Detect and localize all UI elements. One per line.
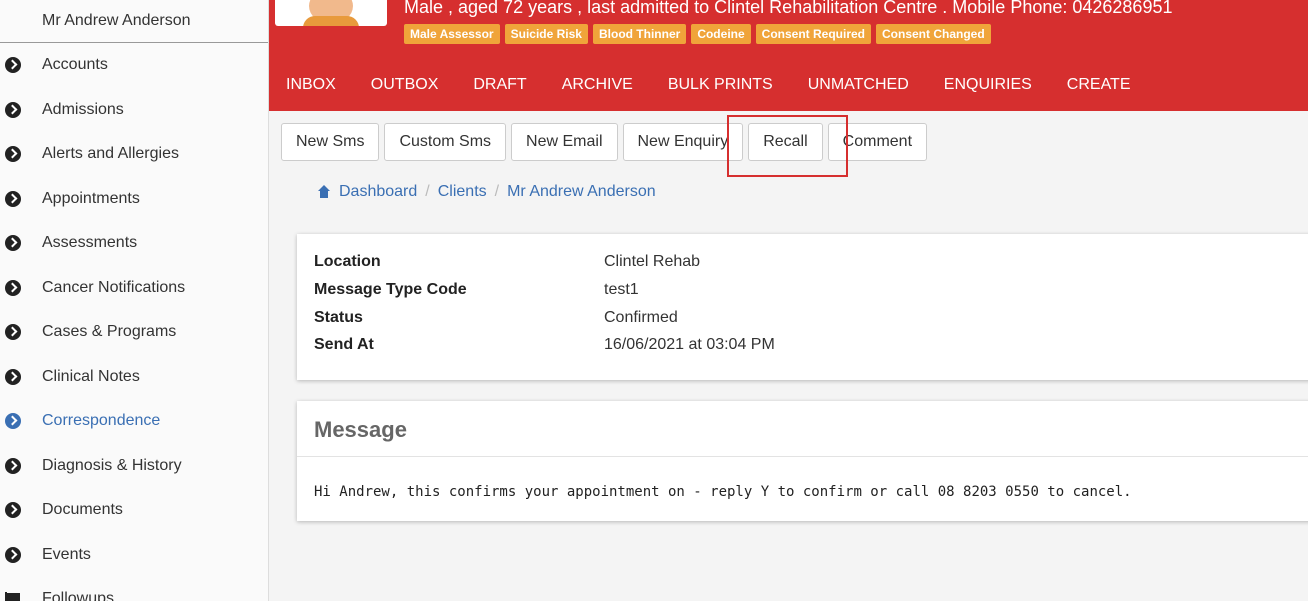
correspondence-nav: INBOX OUTBOX DRAFT ARCHIVE BULK PRINTS U… [269, 64, 1149, 108]
detail-label: Location [314, 253, 381, 270]
nav-create[interactable]: CREATE [1050, 64, 1149, 108]
action-toolbar: New Sms Custom Sms New Email New Enquiry… [281, 123, 928, 161]
sidebar-item-cases-programs[interactable]: Cases & Programs [0, 310, 268, 355]
patient-name-label: Mr Andrew Anderson [42, 12, 191, 29]
detail-row-location: Location Clintel Rehab [314, 253, 700, 271]
chevron-circle-right-icon [5, 457, 21, 474]
nav-enquiries[interactable]: ENQUIRIES [927, 64, 1050, 108]
detail-label: Message Type Code [314, 281, 467, 298]
nav-inbox[interactable]: INBOX [269, 64, 354, 108]
sidebar-item-documents[interactable]: Documents [0, 488, 268, 533]
alert-badge: Consent Changed [876, 24, 991, 44]
chevron-circle-right-icon [5, 235, 21, 252]
detail-row-status: Status Confirmed [314, 309, 678, 327]
sidebar-item-label: Cases & Programs [42, 323, 177, 341]
detail-value: Clintel Rehab [604, 253, 701, 270]
chevron-circle-right-icon [5, 502, 21, 519]
home-icon [317, 185, 331, 199]
new-email-button[interactable]: New Email [511, 123, 618, 161]
message-divider [297, 456, 1308, 457]
patient-photo [275, 0, 387, 26]
sidebar-item-diagnosis-history[interactable]: Diagnosis & History [0, 444, 268, 489]
patient-photo-shirt [303, 16, 359, 26]
new-sms-button[interactable]: New Sms [281, 123, 380, 161]
detail-value: 16/06/2021 at 03:04 PM [604, 336, 775, 353]
recall-button[interactable]: Recall [748, 123, 823, 161]
sidebar-item-alerts-allergies[interactable]: Alerts and Allergies [0, 132, 268, 177]
detail-value: test1 [604, 281, 639, 298]
custom-sms-button[interactable]: Custom Sms [384, 123, 507, 161]
sidebar-item-assessments[interactable]: Assessments [0, 221, 268, 266]
chevron-circle-right-icon [5, 279, 21, 296]
message-details-panel: Location Clintel Rehab Message Type Code… [297, 234, 1308, 380]
sidebar-item-label: Cancer Notifications [42, 278, 186, 296]
sidebar-item-appointments[interactable]: Appointments [0, 177, 268, 222]
breadcrumb-separator: / [494, 183, 500, 200]
sidebar-item-clinical-notes[interactable]: Clinical Notes [0, 355, 268, 400]
breadcrumb: Dashboard / Clients / Mr Andrew Anderson [317, 183, 656, 201]
alert-badge: Blood Thinner [592, 24, 687, 44]
alert-badges: Male Assessor Suicide Risk Blood Thinner… [404, 24, 991, 44]
sidebar-item-correspondence[interactable]: Correspondence [0, 399, 268, 444]
detail-label: Status [314, 309, 363, 326]
sidebar-item-label: Clinical Notes [42, 367, 140, 385]
detail-row-message-type: Message Type Code test1 [314, 281, 639, 299]
flag-icon [5, 592, 21, 601]
chevron-circle-right-icon [5, 57, 21, 74]
comment-button[interactable]: Comment [827, 123, 928, 161]
chevron-circle-right-icon [5, 324, 21, 341]
sidebar-item-label: Alerts and Allergies [42, 145, 179, 163]
sidebar-item-label: Events [42, 545, 91, 563]
nav-unmatched[interactable]: UNMATCHED [791, 64, 927, 108]
new-enquiry-button[interactable]: New Enquiry [622, 123, 744, 161]
chevron-circle-right-icon [5, 413, 21, 430]
sidebar-item-label: Accounts [42, 56, 108, 74]
message-title: Message [314, 417, 407, 442]
sidebar-item-cancer-notifications[interactable]: Cancer Notifications [0, 266, 268, 311]
sidebar: Mr Andrew Anderson Accounts Admissions A… [0, 0, 269, 601]
alert-badge: Suicide Risk [504, 24, 588, 44]
sidebar-patient-name[interactable]: Mr Andrew Anderson [0, 0, 268, 43]
chevron-circle-right-icon [5, 368, 21, 385]
detail-label: Send At [314, 336, 374, 353]
message-panel: Message Hi Andrew, this confirms your ap… [297, 401, 1308, 521]
detail-value: Confirmed [604, 309, 678, 326]
sidebar-item-accounts[interactable]: Accounts [0, 43, 268, 88]
patient-header: Male , aged 72 years , last admitted to … [269, 0, 1308, 111]
breadcrumb-separator: / [425, 183, 430, 200]
chevron-circle-right-icon [5, 190, 21, 207]
chevron-circle-right-icon [5, 146, 21, 163]
nav-draft[interactable]: DRAFT [456, 64, 544, 108]
breadcrumb-patient[interactable]: Mr Andrew Anderson [507, 183, 656, 201]
sidebar-item-label: Appointments [42, 189, 140, 207]
sidebar-item-admissions[interactable]: Admissions [0, 88, 268, 133]
sidebar-item-label: Followups [42, 590, 115, 601]
nav-outbox[interactable]: OUTBOX [354, 64, 457, 108]
chevron-circle-right-icon [5, 101, 21, 118]
breadcrumb-clients[interactable]: Clients [438, 183, 487, 201]
alert-badge: Male Assessor [404, 24, 500, 44]
nav-archive[interactable]: ARCHIVE [545, 64, 651, 108]
alert-badge: Consent Required [755, 24, 871, 44]
sidebar-item-label: Correspondence [42, 412, 161, 430]
sidebar-item-label: Documents [42, 501, 123, 519]
chevron-circle-right-icon [5, 546, 21, 563]
detail-row-send-at: Send At 16/06/2021 at 03:04 PM [314, 336, 775, 354]
sidebar-item-label: Admissions [42, 100, 124, 118]
patient-demographics: Male , aged 72 years , last admitted to … [404, 0, 1173, 17]
sidebar-item-label: Assessments [42, 234, 138, 252]
sidebar-item-followups[interactable]: Followups [0, 577, 268, 601]
breadcrumb-dashboard[interactable]: Dashboard [339, 183, 417, 201]
nav-bulk-prints[interactable]: BULK PRINTS [651, 64, 791, 108]
sidebar-item-label: Diagnosis & History [42, 456, 182, 474]
alert-badge: Codeine [691, 24, 751, 44]
sidebar-item-events[interactable]: Events [0, 533, 268, 578]
message-body: Hi Andrew, this confirms your appointmen… [314, 484, 1132, 500]
